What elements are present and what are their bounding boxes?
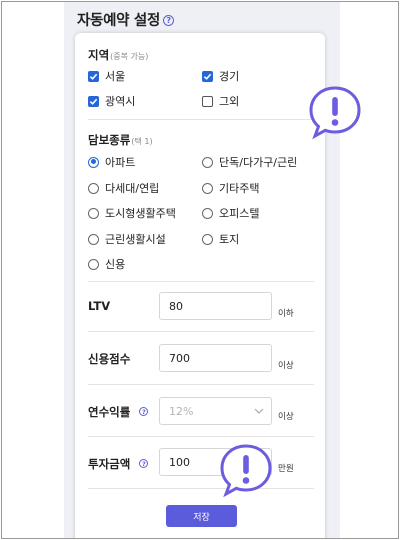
collateral-radio-land[interactable]: 토지: [202, 231, 239, 247]
collateral-option-label: 신용: [105, 258, 126, 271]
annual-yield-select[interactable]: 12%: [159, 397, 272, 425]
collateral-option-label: 기타주택: [219, 182, 260, 195]
investment-label-row: 투자금액?: [88, 456, 149, 472]
collateral-radio-officetel[interactable]: 오피스텔: [202, 205, 259, 221]
radio-unselected-icon[interactable]: [202, 182, 213, 194]
annual-yield-placeholder: 12%: [169, 404, 194, 418]
region-checkbox-other[interactable]: 그외: [202, 93, 239, 109]
collateral-option-label: 도시형생활주택: [105, 207, 176, 220]
collateral-radio-detached[interactable]: 단독/다가구/근린: [202, 154, 297, 170]
region-option-label: 경기: [219, 70, 240, 83]
radio-unselected-icon[interactable]: [88, 258, 99, 270]
ltv-label: LTV: [88, 299, 111, 313]
collateral-radio-apartment[interactable]: 아파트: [88, 154, 135, 170]
region-option-label: 서울: [105, 70, 126, 83]
radio-unselected-icon[interactable]: [88, 182, 99, 194]
region-checkbox-seoul[interactable]: 서울: [88, 68, 125, 84]
credit-score-unit: 이상: [278, 361, 294, 371]
collateral-option-label: 아파트: [105, 156, 136, 169]
collateral-option-label: 오피스텔: [219, 207, 260, 220]
annual-yield-label-row: 연수익률?: [88, 404, 149, 420]
divider: [88, 281, 314, 282]
checkbox-checked-icon[interactable]: [202, 70, 213, 82]
region-label: 지역: [88, 48, 110, 62]
divider: [88, 488, 314, 489]
region-option-label: 광역시: [105, 95, 136, 108]
page-title: 자동예약 설정?: [77, 9, 174, 30]
checkbox-checked-icon[interactable]: [88, 95, 99, 107]
region-checkbox-metro[interactable]: 광역시: [88, 93, 135, 109]
checkbox-checked-icon[interactable]: [88, 70, 99, 82]
save-button[interactable]: 저장: [166, 505, 237, 527]
divider: [88, 436, 314, 437]
investment-label: 투자금액: [88, 457, 131, 471]
divider: [88, 119, 314, 120]
radio-unselected-icon[interactable]: [202, 156, 213, 168]
divider: [88, 384, 314, 385]
region-checkbox-gyeonggi[interactable]: 경기: [202, 68, 239, 84]
ltv-unit: 이하: [278, 309, 294, 319]
collateral-section-label: 담보종류(택 1): [88, 132, 153, 148]
collateral-radio-other-housing[interactable]: 기타주택: [202, 180, 259, 196]
region-option-label: 그외: [219, 95, 240, 108]
help-icon[interactable]: ?: [139, 459, 149, 468]
collateral-option-label: 근린생활시설: [105, 233, 166, 246]
ltv-input[interactable]: [159, 292, 272, 320]
radio-unselected-icon[interactable]: [202, 233, 213, 245]
region-hint: (중복 가능): [110, 52, 149, 61]
collateral-radio-credit[interactable]: 신용: [88, 256, 125, 272]
collateral-radio-urban-housing[interactable]: 도시형생활주택: [88, 205, 176, 221]
help-icon[interactable]: ?: [163, 14, 174, 26]
credit-score-label: 신용점수: [88, 352, 131, 366]
divider: [88, 331, 314, 332]
collateral-option-label: 다세대/연립: [105, 182, 160, 195]
region-section-label: 지역(중복 가능): [88, 47, 148, 63]
annual-yield-unit: 이상: [278, 412, 294, 422]
checkbox-unchecked-icon[interactable]: [202, 95, 213, 107]
collateral-option-label: 단독/다가구/근린: [219, 156, 298, 169]
investment-unit: 만원: [278, 464, 294, 474]
collateral-radio-multiplex[interactable]: 다세대/연립: [88, 180, 159, 196]
annual-yield-label: 연수익률: [88, 405, 131, 419]
radio-selected-icon[interactable]: [88, 156, 99, 168]
collateral-hint: (택 1): [131, 137, 153, 146]
help-icon[interactable]: ?: [139, 407, 149, 416]
collateral-option-label: 토지: [219, 233, 240, 246]
exclamation-speech-bubble-icon: [309, 86, 361, 140]
page-title-text: 자동예약 설정: [77, 13, 160, 29]
radio-unselected-icon[interactable]: [202, 207, 213, 219]
credit-score-input[interactable]: [159, 344, 272, 372]
radio-unselected-icon[interactable]: [88, 207, 99, 219]
radio-unselected-icon[interactable]: [88, 233, 99, 245]
exclamation-speech-bubble-icon: [220, 444, 272, 498]
collateral-radio-neighborhood[interactable]: 근린생활시설: [88, 231, 166, 247]
app-frame: 자동예약 설정? 지역(중복 가능) 서울 경기 광역시 그외 담보종류(택 1…: [1, 1, 399, 539]
collateral-label: 담보종류: [88, 133, 131, 147]
chevron-down-icon: [254, 408, 264, 414]
